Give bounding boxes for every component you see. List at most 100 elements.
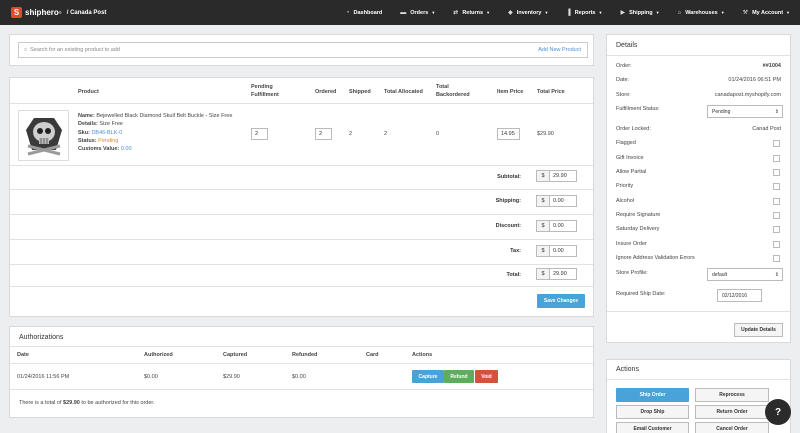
- col-header-ordered: Ordered: [315, 89, 337, 95]
- capture-button[interactable]: Capture: [412, 370, 444, 383]
- shiphero-logo[interactable]: S shiphero ®: [11, 7, 62, 18]
- drop-ship-button[interactable]: Drop Ship: [616, 405, 689, 419]
- flagged-checkbox[interactable]: [773, 140, 780, 147]
- product-name: Bejewelled Black Diamond Skull Belt Buck…: [96, 113, 233, 119]
- alcohol-checkbox[interactable]: [773, 198, 780, 205]
- order-number-link[interactable]: ##1004: [763, 63, 781, 69]
- divider: [10, 214, 593, 215]
- ordered-quantity-input[interactable]: 2: [315, 128, 332, 140]
- ship-order-button[interactable]: Ship Order: [616, 388, 689, 402]
- product-search-input[interactable]: ⌕ Search for an existing product to add …: [18, 42, 588, 58]
- col-header-total-price: Total Price: [537, 89, 565, 95]
- subtotal-field[interactable]: $29.90: [536, 170, 577, 182]
- col-header-total-allocated: Total Allocated: [384, 89, 423, 95]
- require-signature-label: Require Signature: [616, 212, 661, 218]
- nav-warehouses[interactable]: ⌂ Warehouses ▼: [678, 10, 725, 16]
- reprocess-button[interactable]: Reprocess: [695, 388, 769, 402]
- order-locked-value: Canad Post: [752, 126, 781, 132]
- add-new-product-link[interactable]: Add New Product: [538, 47, 581, 53]
- store-profile-value: default: [712, 271, 728, 278]
- refund-button[interactable]: Refund: [444, 370, 474, 383]
- chevron-down-icon: ▼: [431, 10, 436, 15]
- truck-icon: ▶: [620, 10, 626, 16]
- saturday-delivery-checkbox[interactable]: [773, 226, 780, 233]
- store-profile-label: Store Profile:: [616, 270, 648, 276]
- nav-my-account-label: My Account: [752, 9, 784, 16]
- store-profile-select[interactable]: default ⇕: [707, 268, 783, 281]
- nav-shipping[interactable]: ▶ Shipping ▼: [620, 9, 659, 17]
- nav-inventory-label: Inventory: [516, 9, 542, 16]
- nav-reports-label: Reports: [574, 9, 596, 16]
- required-ship-date-input[interactable]: 02/12/2016: [717, 289, 762, 302]
- divider: [10, 264, 593, 265]
- product-customs-line: Customs Value: 0.00: [78, 145, 232, 153]
- note-suffix: to be authorized for this order.: [79, 400, 155, 406]
- discount-field[interactable]: $0.00: [536, 220, 577, 232]
- product-customs-value[interactable]: 0.00: [121, 146, 132, 152]
- order-locked-label: Order Locked:: [616, 126, 651, 132]
- authorizations-panel: Authorizations Date Authorized Captured …: [9, 326, 594, 418]
- col-header-pending-line2: Fulfillment: [251, 92, 279, 98]
- col-header-backordered-line1: Total: [436, 84, 449, 90]
- ignore-address-validation-checkbox[interactable]: [773, 255, 780, 262]
- divider: [607, 311, 790, 312]
- subtotal-label: Subtotal:: [497, 174, 521, 180]
- main-nav: ◔ Dashboard ▬ Orders ▼ ⇄ Returns ▼ ◆ Inventory…: [328, 0, 790, 25]
- actions-panel: Actions Ship Order Reprocess Drop Ship R…: [606, 359, 791, 433]
- tax-label: Tax:: [510, 248, 521, 254]
- col-header-product: Product: [78, 89, 99, 95]
- insure-order-checkbox[interactable]: [773, 241, 780, 248]
- ignore-address-validation-label: Ignore Address Validation Errors: [616, 255, 695, 261]
- skull-buckle-icon: [19, 111, 68, 160]
- auth-header-refunded: Refunded: [292, 352, 318, 358]
- nav-inventory[interactable]: ◆ Inventory ▼: [508, 9, 548, 17]
- product-status-line: Status: Pending: [78, 137, 232, 145]
- sku-label: Sku:: [78, 129, 90, 136]
- col-header-shipped: Shipped: [349, 89, 371, 95]
- priority-checkbox[interactable]: [773, 183, 780, 190]
- product-sku-link[interactable]: DB46-BLK-0: [91, 130, 122, 136]
- subtotal-value: 29.90: [553, 173, 567, 179]
- allow-partial-checkbox[interactable]: [773, 169, 780, 176]
- brand-name: shiphero: [25, 8, 59, 17]
- allow-partial-label: Allow Partial: [616, 169, 647, 175]
- total-field[interactable]: $29.90: [536, 268, 577, 280]
- pending-fulfillment-input[interactable]: 2: [251, 128, 268, 140]
- product-image[interactable]: [18, 110, 69, 161]
- currency-addon: $: [537, 196, 550, 206]
- nav-dashboard-label: Dashboard: [353, 9, 383, 16]
- store-value: canadapost.myshopify.com: [714, 92, 781, 98]
- auth-date: 01/24/2016 11:56 PM: [17, 374, 70, 380]
- void-button[interactable]: Void: [475, 370, 498, 383]
- tag-icon: ◆: [508, 10, 513, 16]
- nav-orders[interactable]: ▬ Orders ▼: [400, 10, 435, 16]
- save-changes-button[interactable]: Save Changes: [537, 294, 585, 308]
- help-chat-button[interactable]: ?: [765, 399, 791, 425]
- insure-order-label: Insure Order: [616, 241, 647, 247]
- note-prefix: There is a total of: [19, 400, 64, 406]
- nav-warehouses-label: Warehouses: [685, 9, 718, 16]
- shipping-value: 0.00: [553, 198, 564, 204]
- divider: [607, 379, 790, 380]
- item-price-input[interactable]: 14.95: [497, 128, 520, 140]
- tax-field[interactable]: $0.00: [536, 245, 577, 257]
- nav-dashboard[interactable]: ◔ Dashboard: [346, 10, 382, 16]
- fulfillment-status-select[interactable]: Pending ⇕: [707, 105, 783, 118]
- auth-captured: $29.90: [223, 374, 240, 380]
- email-customer-button[interactable]: Email Customer: [616, 422, 689, 433]
- require-signature-checkbox[interactable]: [773, 212, 780, 219]
- shipping-label: Shipping:: [495, 198, 521, 204]
- return-order-button[interactable]: Return Order: [695, 405, 769, 419]
- chevron-down-icon: ▼: [786, 10, 790, 15]
- nav-my-account[interactable]: ⚒ My Account ▼: [743, 9, 790, 17]
- top-navbar: S shiphero ® / Canada Post ◔ Dashboard ▬ Or…: [0, 0, 800, 25]
- gift-invoice-checkbox[interactable]: [773, 155, 780, 162]
- product-info: Name: Bejewelled Black Diamond Skull Bel…: [78, 112, 232, 153]
- update-details-button[interactable]: Update Details: [734, 323, 783, 337]
- search-placeholder: Search for an existing product to add: [30, 47, 120, 53]
- cancel-order-button[interactable]: Cancel Order: [695, 422, 769, 433]
- nav-returns-label: Returns: [462, 9, 484, 16]
- nav-returns[interactable]: ⇄ Returns ▼: [453, 9, 490, 17]
- nav-reports[interactable]: ▐ Reports ▼: [566, 10, 602, 16]
- shipping-field[interactable]: $0.00: [536, 195, 577, 207]
